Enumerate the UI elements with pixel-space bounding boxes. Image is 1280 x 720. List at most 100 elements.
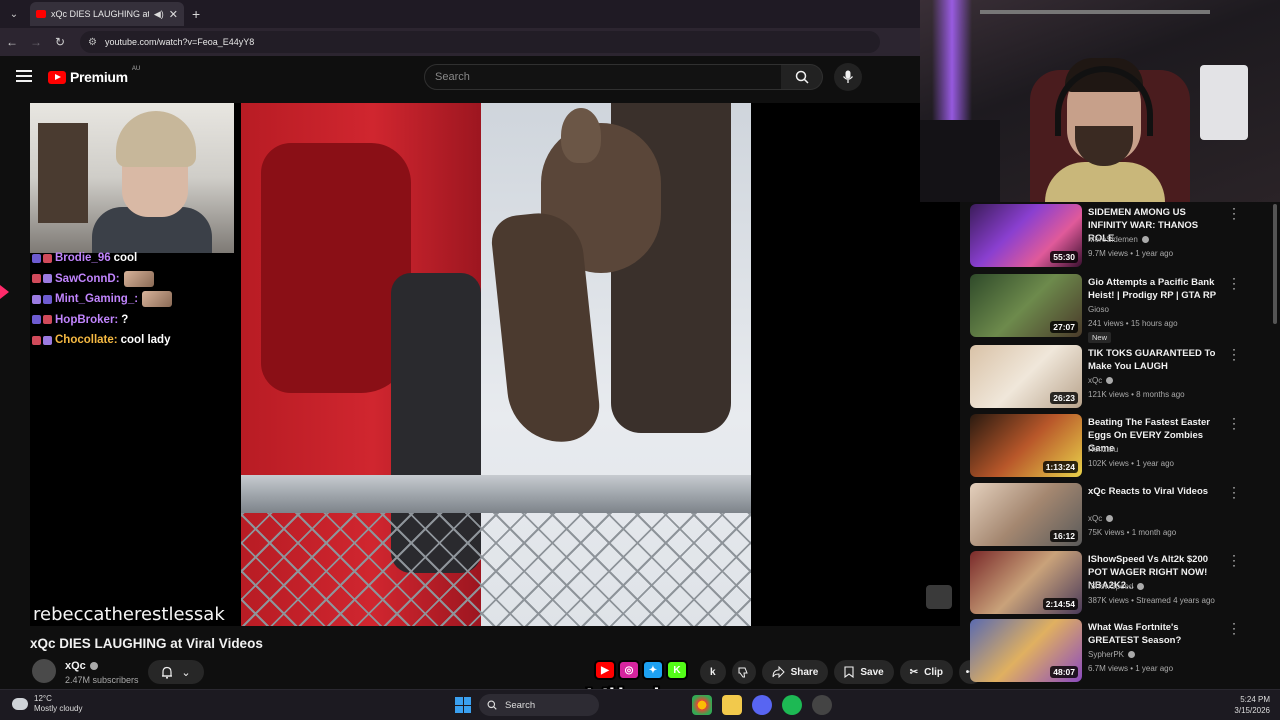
recommended-title[interactable]: TIK TOKS GUARANTEED To Make You LAUGH: [1088, 347, 1226, 373]
more-vertical-icon[interactable]: · · ·: [1230, 343, 1238, 365]
bell-icon: [162, 666, 173, 679]
verified-check-icon: [89, 662, 98, 670]
recommended-channel[interactable]: Gioso: [1088, 305, 1109, 314]
recommended-channel[interactable]: xQc: [1088, 376, 1114, 385]
video-thumbnail[interactable]: 48:07: [970, 619, 1082, 682]
recommended-meta: 6.7M views • 1 year ago: [1088, 664, 1174, 673]
recommended-title[interactable]: What Was Fortnite's GREATEST Season?: [1088, 621, 1226, 647]
site-info-icon[interactable]: ⚙: [88, 37, 97, 48]
system-clock[interactable]: 5:24 PM 3/15/2026: [1234, 694, 1270, 716]
recommended-channel-name: SypherPK: [1088, 650, 1125, 659]
verified-check-icon: [1128, 651, 1136, 658]
search-button[interactable]: [781, 64, 823, 90]
recommended-video[interactable]: 48:07 What Was Fortnite's GREATEST Season…: [970, 617, 1270, 683]
recommended-channel[interactable]: xQc: [1088, 514, 1114, 523]
taskbar-search-label: Search: [505, 699, 536, 711]
recommended-video[interactable]: 27:07 Gio Attempts a Pacific Bank Heist! …: [970, 272, 1270, 343]
back-icon[interactable]: ←: [0, 35, 24, 49]
video-duration: 27:07: [1050, 321, 1078, 333]
recommended-title[interactable]: Gio Attempts a Pacific Bank Heist! | Pro…: [1088, 276, 1226, 302]
chat-emote-icon: [123, 270, 154, 287]
like-button[interactable]: k: [700, 660, 726, 684]
search-input[interactable]: Search: [424, 64, 782, 90]
fence-rail-image: [241, 475, 751, 513]
chat-badges: [32, 253, 52, 263]
chrome-icon[interactable]: [692, 695, 712, 715]
recommended-meta: 121K views • 8 months ago: [1088, 390, 1185, 399]
share-button[interactable]: Share: [761, 660, 829, 684]
sidebar-scrollbar[interactable]: [1272, 200, 1278, 680]
recommended-channel-name: Gioso: [1088, 305, 1109, 314]
channel-watermark-icon[interactable]: [926, 585, 952, 609]
verified-check-icon: [1106, 377, 1114, 384]
video-duration: 26:23: [1050, 392, 1078, 404]
video-duration: 2:14:54: [1042, 598, 1078, 610]
recommended-channel-name: IShowSpeed: [1088, 582, 1134, 591]
recommended-video[interactable]: 1:13:24 Beating The Fastest Easter Eggs O…: [970, 412, 1270, 478]
more-vertical-icon[interactable]: · · ·: [1230, 202, 1238, 224]
badge-icon: [43, 294, 52, 304]
app-icon[interactable]: [812, 695, 832, 715]
browser-tab[interactable]: xQc DIES LAUGHING at Viral ◀) ✕: [30, 2, 184, 26]
forward-icon[interactable]: →: [24, 35, 48, 49]
windows-start-icon[interactable]: [455, 697, 471, 713]
channel-name[interactable]: xQc: [65, 660, 98, 672]
dislike-button[interactable]: [731, 660, 756, 684]
audio-playing-icon[interactable]: ◀): [154, 9, 164, 20]
discord-icon[interactable]: [752, 695, 772, 715]
recommended-video[interactable]: 55:30 SIDEMEN AMONG US INFINITY WAR: THAN…: [970, 202, 1270, 268]
weather-widget[interactable]: 12°C Mostly cloudy: [12, 694, 82, 714]
clock-time: 5:24 PM: [1240, 695, 1270, 704]
video-thumbnail[interactable]: 2:14:54: [970, 551, 1082, 614]
recommended-video[interactable]: 2:14:54 IShowSpeed Vs Alt2k $200 POT WAGE…: [970, 549, 1270, 615]
spotify-icon[interactable]: [782, 695, 802, 715]
recommended-channel[interactable]: MoreSidemen: [1088, 235, 1149, 244]
taskbar-search-icon: [487, 700, 497, 710]
tab-list-chevron-icon[interactable]: ⌄: [4, 4, 24, 24]
chat-message: Brodie_96 cool: [32, 248, 232, 269]
kick-icon: K: [666, 660, 688, 680]
more-vertical-icon[interactable]: · · ·: [1230, 549, 1238, 571]
more-vertical-icon[interactable]: · · ·: [1230, 481, 1238, 503]
weather-condition: Mostly cloudy: [34, 704, 83, 713]
recommended-video[interactable]: 16:12 xQc Reacts to Viral Videos xQc 75K vi…: [970, 481, 1270, 547]
chat-emote-icon: [142, 291, 173, 308]
video-thumbnail[interactable]: 27:07: [970, 274, 1082, 337]
recommended-title[interactable]: xQc Reacts to Viral Videos: [1088, 485, 1226, 498]
more-vertical-icon[interactable]: · · ·: [1230, 272, 1238, 294]
video-thumbnail[interactable]: 1:13:24: [970, 414, 1082, 477]
youtube-logo[interactable]: Premium AU: [48, 66, 140, 85]
more-vertical-icon[interactable]: · · ·: [1230, 412, 1238, 434]
video-thumbnail[interactable]: 16:12: [970, 483, 1082, 546]
new-tab-icon[interactable]: +: [192, 6, 200, 22]
save-button[interactable]: Save: [834, 660, 894, 684]
recommended-channel[interactable]: IShowSpeed: [1088, 582, 1145, 591]
close-tab-icon[interactable]: ✕: [169, 8, 178, 21]
youtube-icon: ▶: [594, 660, 616, 680]
address-bar[interactable]: ⚙ youtube.com/watch?v=Feoa_E44yY8: [80, 31, 880, 53]
video-thumbnail[interactable]: 26:23: [970, 345, 1082, 408]
chevron-down-icon: ⌄: [181, 666, 191, 679]
recommended-video[interactable]: 26:23 TIK TOKS GUARANTEED To Make You LAU…: [970, 343, 1270, 409]
channel-avatar[interactable]: [32, 659, 56, 683]
chat-username: Chocollate:: [55, 334, 118, 347]
chat-username: Mint_Gaming_:: [55, 293, 139, 306]
clip-button[interactable]: ✂ Clip: [899, 660, 953, 684]
file-explorer-icon[interactable]: [722, 695, 742, 715]
chat-message: SawConnD:: [32, 269, 232, 290]
more-vertical-icon[interactable]: · · ·: [1230, 617, 1238, 639]
chat-message: Chocollate: cool lady: [32, 330, 232, 351]
reload-icon[interactable]: ↻: [48, 35, 72, 49]
chat-badges: [32, 274, 52, 284]
recommended-channel[interactable]: Renzaru: [1088, 445, 1118, 454]
recommended-channel[interactable]: SypherPK: [1088, 650, 1136, 659]
verified-check-icon: [1106, 515, 1114, 522]
taskbar-search[interactable]: Search: [479, 694, 599, 716]
microphone-icon: [842, 70, 854, 83]
search-icon: [795, 70, 809, 84]
badge-icon: [32, 294, 41, 304]
video-thumbnail[interactable]: 55:30: [970, 204, 1082, 267]
notification-bell-button[interactable]: ⌄: [148, 660, 204, 684]
voice-search-button[interactable]: [834, 63, 862, 91]
menu-icon[interactable]: [16, 70, 32, 82]
